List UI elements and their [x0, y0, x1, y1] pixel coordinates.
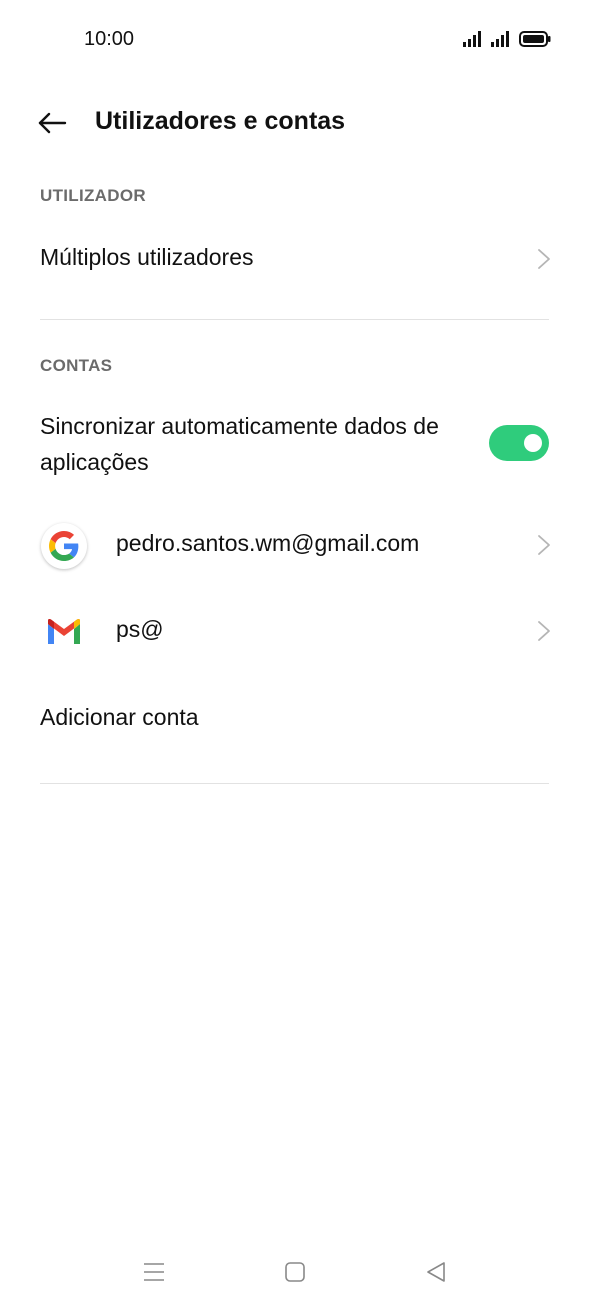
signal-icon	[463, 31, 481, 47]
add-account-item[interactable]: Adicionar conta	[0, 690, 589, 748]
chevron-right-icon	[538, 535, 550, 555]
google-icon	[40, 522, 88, 570]
divider	[40, 319, 549, 320]
divider	[40, 783, 549, 784]
multiple-users-item[interactable]: Múltiplos utilizadores	[0, 230, 589, 288]
auto-sync-toggle[interactable]	[489, 425, 549, 461]
back-icon	[427, 1262, 445, 1282]
back-arrow-icon	[38, 112, 67, 134]
add-account-label: Adicionar conta	[40, 704, 199, 730]
auto-sync-label: Sincronizar automaticamente dados de apl…	[40, 413, 439, 475]
menu-button[interactable]	[134, 1257, 174, 1287]
header: Utilizadores e contas	[0, 95, 589, 151]
nav-back-button[interactable]	[416, 1257, 456, 1287]
multiple-users-label: Múltiplos utilizadores	[40, 244, 254, 270]
account-item-gmail[interactable]: ps@	[0, 604, 589, 660]
toggle-knob	[524, 434, 542, 452]
menu-icon	[144, 1263, 164, 1281]
home-button[interactable]	[275, 1257, 315, 1287]
auto-sync-item[interactable]: Sincronizar automaticamente dados de apl…	[0, 408, 589, 482]
navigation-bar	[0, 1237, 589, 1309]
section-label-accounts: CONTAS	[40, 356, 113, 375]
chevron-right-icon	[538, 249, 550, 269]
gmail-icon	[40, 608, 88, 656]
battery-icon	[519, 31, 551, 47]
status-icons	[463, 30, 551, 48]
status-bar: 10:00	[0, 0, 589, 80]
back-button[interactable]	[32, 105, 72, 141]
section-label-user: UTILIZADOR	[40, 186, 146, 205]
account-item-google[interactable]: pedro.santos.wm@gmail.com	[0, 518, 589, 574]
signal-icon	[491, 31, 509, 47]
chevron-right-icon	[538, 621, 550, 641]
status-time: 10:00	[84, 28, 135, 50]
account-label-gmail: ps@	[116, 616, 164, 642]
page-title: Utilizadores e contas	[95, 107, 346, 135]
home-icon	[285, 1262, 305, 1282]
account-label-google: pedro.santos.wm@gmail.com	[116, 530, 420, 556]
